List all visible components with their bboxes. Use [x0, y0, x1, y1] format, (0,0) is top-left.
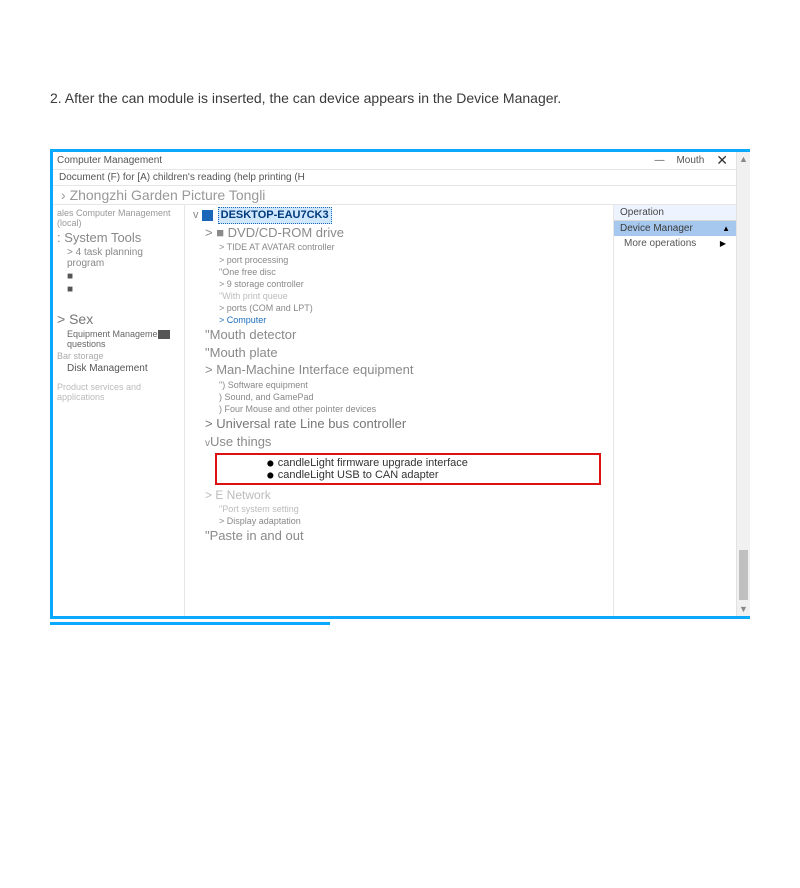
actions-item-device-manager[interactable]: Device Manager ▲ — [614, 221, 736, 236]
tree-item-tide[interactable]: > TIDE AT AVATAR controller — [189, 241, 609, 253]
sidebar-item-product-services[interactable]: Product services and applications — [55, 381, 182, 403]
sidebar-item-sex[interactable]: > Sex — [55, 310, 182, 328]
sidebar-bullet: ■ — [55, 270, 182, 283]
chevron-right-icon: ▶ — [720, 239, 726, 248]
scroll-thumb[interactable] — [739, 550, 748, 600]
tree-item-mouth-detector[interactable]: "Mouth detector — [189, 326, 609, 344]
actions-header: Operation — [614, 205, 736, 221]
tree-item-port-system-setting[interactable]: "Port system setting — [189, 503, 609, 515]
instruction-text: 2. After the can module is inserted, the… — [0, 88, 800, 109]
tree-item-usb-controller[interactable]: > Universal rate Line bus controller — [189, 415, 609, 433]
tree-item-candlelight-firmware[interactable]: candleLight firmware upgrade interface — [221, 457, 595, 469]
sidebar-bullet: ■ — [55, 283, 182, 296]
tree-item-candlelight-usb-can[interactable]: candleLight USB to CAN adapter — [221, 469, 595, 481]
tree-item-print-queue[interactable]: "With print queue — [189, 290, 609, 302]
tree-item-display-adaptation[interactable]: > Display adaptation — [189, 515, 609, 527]
window-title: Computer Management — [57, 155, 654, 166]
minimize-button[interactable]: — — [654, 155, 664, 166]
window-frame: Computer Management — Mouth ✕ Document (… — [50, 149, 750, 619]
sidebar-item-task-planning[interactable]: > 4 task planning program — [55, 246, 182, 270]
scroll-up-icon[interactable]: ▲ — [737, 152, 750, 166]
left-pane: ales Computer Management (local) : Syste… — [53, 205, 185, 616]
tree-item-sound-gamepad[interactable]: ) Sound, and GamePad — [189, 391, 609, 403]
close-button[interactable]: ✕ — [716, 152, 728, 169]
tree-root-selected[interactable]: DESKTOP-EAU7CK3 — [218, 207, 332, 224]
tree-item-paste-in-out[interactable]: "Paste in and out — [189, 527, 609, 545]
titlebar-mouth-label: Mouth — [676, 155, 704, 166]
sidebar-item-disk-management[interactable]: Disk Management — [55, 362, 182, 375]
actions-pane: Operation Device Manager ▲ More operatio… — [614, 205, 736, 616]
tree-item-one-free-disc[interactable]: "One free disc — [189, 266, 609, 278]
smudge-icon — [158, 330, 170, 339]
sidebar-item-bar-storage[interactable]: Bar storage — [55, 350, 182, 362]
tree-item-mouth-plate[interactable]: "Mouth plate — [189, 344, 609, 362]
breadcrumb-text: Zhongzhi Garden Picture Tongli — [70, 187, 266, 203]
tree-item-software-equipment[interactable]: ") Software equipment — [189, 379, 609, 391]
tree-item-network[interactable]: > E Network — [189, 487, 609, 503]
bottom-blue-bar — [50, 622, 750, 640]
tree-item-computer[interactable]: > Computer — [189, 314, 609, 326]
device-tree-pane: v DESKTOP-EAU7CK3 > ■ DVD/CD-ROM drive >… — [185, 205, 614, 616]
computer-icon — [202, 210, 213, 221]
titlebar: Computer Management — Mouth ✕ — [53, 152, 736, 170]
breadcrumb[interactable]: › Zhongzhi Garden Picture Tongli — [53, 186, 736, 205]
scroll-down-icon[interactable]: ▼ — [737, 602, 750, 616]
tree-item-storage-controller[interactable]: > 9 storage controller — [189, 278, 609, 290]
collapse-icon: ▲ — [722, 224, 730, 233]
sidebar-item-system-tools[interactable]: : System Tools — [55, 229, 182, 246]
tree-item-mouse-pointer[interactable]: ) Four Mouse and other pointer devices — [189, 403, 609, 415]
sidebar-item-equipment-management[interactable]: Equipment Managemequestions — [55, 328, 182, 350]
menubar[interactable]: Document (F) for [A) children's reading … — [53, 170, 736, 186]
highlighted-devices-box: candleLight firmware upgrade interface c… — [215, 453, 601, 485]
actions-item-more-operations[interactable]: More operations ▶ — [614, 236, 736, 251]
left-header: ales Computer Management (local) — [55, 207, 182, 229]
tree-item-use-things[interactable]: vUse things — [189, 433, 609, 451]
tree-item-hmi[interactable]: > Man-Machine Interface equipment — [189, 361, 609, 379]
expand-icon[interactable]: v — [193, 209, 199, 221]
tree-item-ports-com-lpt[interactable]: > ports (COM and LPT) — [189, 302, 609, 314]
tree-item-port-processing[interactable]: > port processing — [189, 254, 609, 266]
tree-item-dvd[interactable]: > ■ DVD/CD-ROM drive — [189, 224, 609, 242]
vertical-scrollbar[interactable]: ▲ ▼ — [736, 152, 750, 616]
